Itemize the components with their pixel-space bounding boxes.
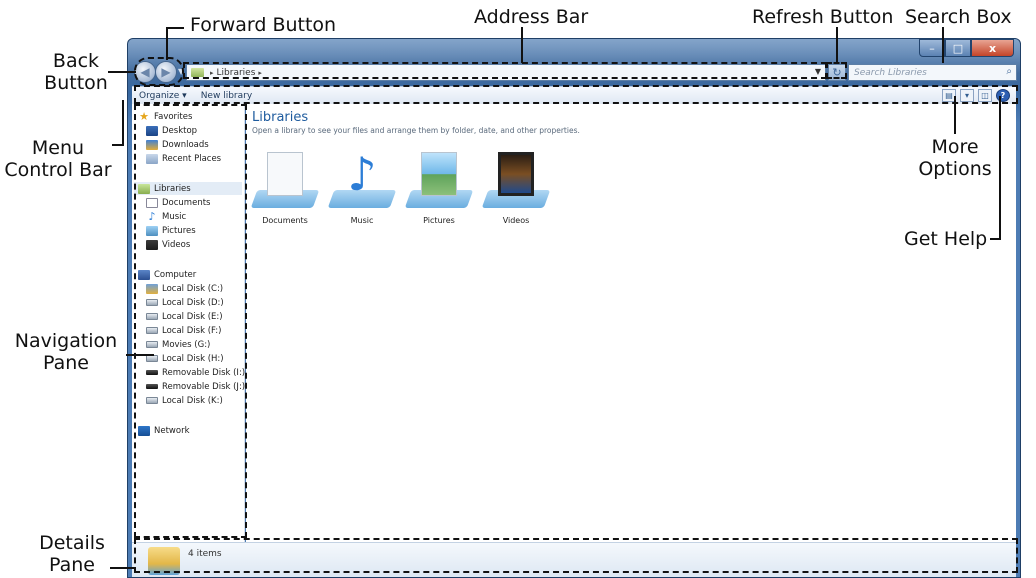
close-button[interactable]: x — [971, 39, 1014, 57]
videos-library-icon — [481, 148, 551, 210]
menu-bar-highlight — [134, 85, 1018, 104]
refresh-button-label: Refresh Button — [752, 6, 894, 28]
address-bar-highlight — [183, 62, 827, 79]
details-pane-label: Details Pane — [36, 532, 108, 576]
label-line: Button — [44, 72, 108, 94]
library-pictures[interactable]: Pictures — [404, 148, 474, 225]
library-documents[interactable]: Documents — [250, 148, 320, 225]
help-callout-line — [990, 238, 1001, 240]
search-input[interactable]: Search Libraries — [854, 68, 927, 78]
label-line: More — [931, 136, 979, 158]
page-subtitle: Open a library to see your files and arr… — [252, 126, 580, 135]
back-button-label: Back Button — [40, 50, 112, 94]
content-area: Libraries Open a library to see your fil… — [246, 104, 1016, 542]
navigation-callout-line — [126, 354, 154, 356]
address-callout-line — [521, 27, 523, 63]
label-line: Menu — [31, 137, 85, 159]
label-line: Pane — [49, 554, 95, 576]
label-line: Details — [39, 532, 105, 554]
refresh-callout-line — [836, 27, 838, 63]
menu-control-bar-label: Menu Control Bar — [4, 137, 112, 181]
refresh-highlight — [826, 62, 847, 79]
maximize-button[interactable]: □ — [945, 39, 971, 57]
details-pane-highlight — [134, 538, 1018, 573]
more-options-callout-line — [954, 96, 956, 134]
navigation-pane-label: Navigation Pane — [10, 330, 122, 374]
music-library-icon: ♪ — [327, 148, 397, 210]
library-label: Documents — [262, 216, 308, 225]
help-callout-line — [999, 96, 1001, 240]
explorer-window: – □ x ◀ ▶ ▼ ▸ Libraries ▸ ▼ ↻ Search Lib… — [127, 38, 1021, 578]
label-line: Pane — [43, 352, 89, 374]
library-label: Music — [350, 216, 374, 225]
search-box[interactable]: Search Libraries ⌕ — [848, 64, 1017, 81]
forward-button-label: Forward Button — [190, 14, 337, 36]
more-options-label: More Options — [915, 136, 995, 180]
menu-callout-line — [122, 100, 124, 145]
label-line: Options — [918, 158, 992, 180]
label-line: Control Bar — [4, 159, 112, 181]
library-music[interactable]: ♪ Music — [327, 148, 397, 225]
library-label: Videos — [502, 216, 530, 225]
library-videos[interactable]: Videos — [481, 148, 551, 225]
page-title: Libraries — [252, 110, 309, 125]
forward-callout-line — [166, 27, 168, 60]
documents-library-icon — [250, 148, 320, 210]
get-help-label: Get Help — [904, 228, 988, 250]
label-line: Navigation — [14, 330, 118, 352]
label-line: Back — [52, 50, 100, 72]
back-callout-line — [108, 71, 136, 73]
search-callout-line — [942, 27, 944, 63]
forward-callout-line — [166, 27, 184, 29]
annotated-screenshot: – □ x ◀ ▶ ▼ ▸ Libraries ▸ ▼ ↻ Search Lib… — [0, 0, 1036, 578]
details-callout-line — [110, 567, 136, 569]
library-label: Pictures — [423, 216, 455, 225]
navigation-pane-highlight — [134, 104, 247, 538]
back-forward-highlight — [134, 57, 184, 86]
search-box-label: Search Box — [905, 6, 1012, 28]
pictures-library-icon — [404, 148, 474, 210]
address-bar-label: Address Bar — [474, 6, 589, 28]
window-controls: – □ x — [919, 39, 1014, 57]
search-icon[interactable]: ⌕ — [1006, 66, 1012, 77]
